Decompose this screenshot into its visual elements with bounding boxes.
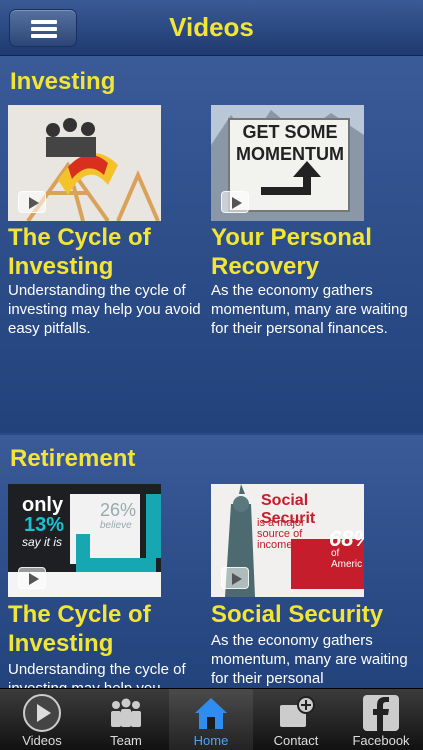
video-description: As the economy gathers momentum, many ar… xyxy=(211,632,408,687)
video-title[interactable]: The Cycle of Investing xyxy=(8,600,213,658)
video-card[interactable]: only 13% say it is 26% believe The Cycle… xyxy=(8,484,208,688)
tab-label: Team xyxy=(110,733,142,748)
tab-bar: Videos Team Home Contact Facebook xyxy=(0,688,423,750)
tab-label: Contact xyxy=(273,733,319,748)
tab-facebook[interactable]: Facebook xyxy=(339,689,423,750)
tab-contact[interactable]: Contact xyxy=(254,689,338,750)
video-title[interactable]: Your Personal Recovery xyxy=(211,223,416,281)
thumbnail-text-percent2: 26% xyxy=(100,500,137,520)
video-description: As the economy gathers momentum, many ar… xyxy=(211,282,408,337)
tab-label: Home xyxy=(193,733,229,748)
video-card[interactable]: GET SOME MOMENTUM Your Personal Recovery… xyxy=(211,105,411,425)
video-thumbnail[interactable]: GET SOME MOMENTUM xyxy=(211,105,364,221)
video-title[interactable]: Social Security xyxy=(211,600,416,629)
home-icon xyxy=(195,698,227,729)
section-title: Retirement xyxy=(10,445,136,472)
top-bar: Videos xyxy=(0,0,423,56)
tab-team[interactable]: Team xyxy=(84,689,168,750)
tab-label: Videos xyxy=(22,733,62,748)
tab-videos[interactable]: Videos xyxy=(0,689,84,750)
tab-label: Facebook xyxy=(352,733,410,748)
section-title: Investing xyxy=(10,68,116,95)
video-description: Understanding the cycle of investing may… xyxy=(8,282,201,337)
video-list[interactable]: Investing The Cycle of Investing Underst… xyxy=(0,56,423,688)
play-icon xyxy=(18,191,46,213)
play-icon xyxy=(23,694,61,732)
video-thumbnail[interactable]: only 13% say it is 26% believe xyxy=(8,484,161,597)
section-investing: Investing The Cycle of Investing Underst… xyxy=(0,56,423,433)
thumbnail-text-say: say it is xyxy=(22,535,63,549)
video-card[interactable]: Social Securit is a major source of inco… xyxy=(211,484,411,688)
video-card[interactable]: The Cycle of Investing Understanding the… xyxy=(8,105,208,425)
thumbnail-sub: of Americ xyxy=(331,548,363,570)
thumbnail-text: GET SOME MOMENTUM xyxy=(236,122,344,164)
thumbnail-body: is a major source of income fo xyxy=(257,517,305,551)
page-title: Videos xyxy=(169,12,254,42)
section-retirement: Retirement only 13% say it is 26% believ… xyxy=(0,435,423,688)
team-icon xyxy=(111,698,141,727)
thumbnail-text-percent: 13% xyxy=(24,514,65,536)
play-icon xyxy=(221,191,249,213)
video-thumbnail[interactable]: Social Securit is a major source of inco… xyxy=(211,484,364,597)
thumbnail-text-believe: believe xyxy=(100,520,132,531)
play-icon xyxy=(18,567,46,589)
contact-icon xyxy=(280,696,315,727)
tab-home[interactable]: Home xyxy=(169,689,253,750)
video-title[interactable]: The Cycle of Investing xyxy=(8,223,213,281)
video-description: Understanding the cycle of investing may… xyxy=(8,661,186,688)
play-icon xyxy=(221,567,249,589)
video-thumbnail[interactable] xyxy=(8,105,161,221)
facebook-icon xyxy=(363,695,399,731)
